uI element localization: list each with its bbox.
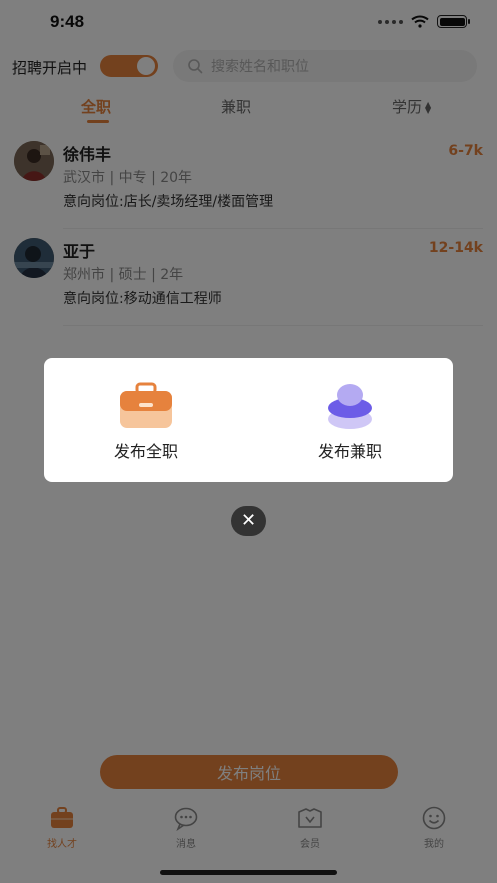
publish-fulltime-label: 发布全职 <box>113 442 178 461</box>
publish-parttime-label: 发布兼职 <box>317 442 382 461</box>
publish-type-dialog: 发布全职 发布兼职 <box>44 358 453 482</box>
home-indicator <box>160 870 337 875</box>
publish-fulltime-option[interactable]: 发布全职 <box>76 382 216 462</box>
stack-icon <box>328 384 372 429</box>
close-icon: ✕ <box>240 510 257 531</box>
publish-parttime-option[interactable]: 发布兼职 <box>280 382 420 462</box>
close-dialog-button[interactable]: ✕ <box>231 506 266 536</box>
briefcase-icon <box>120 382 172 428</box>
